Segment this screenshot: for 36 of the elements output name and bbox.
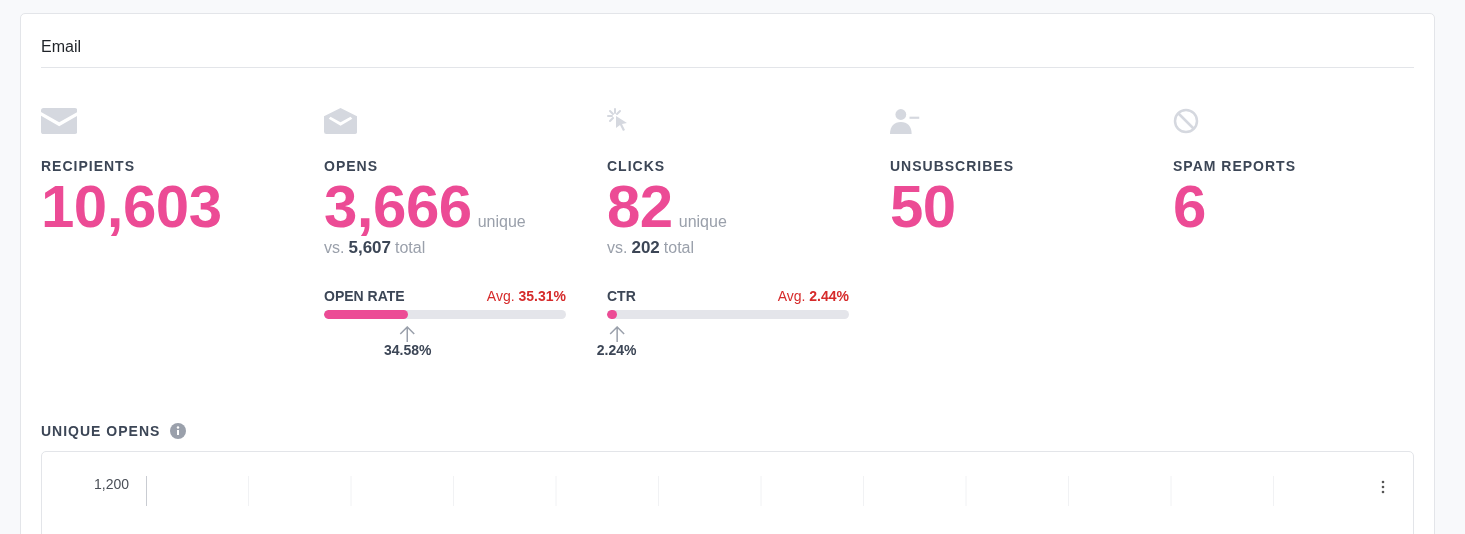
average-rate: Avg. 2.44% (777, 288, 849, 304)
axis-tick-label: 1,200 (94, 476, 131, 492)
up-arrow-icon (399, 326, 416, 342)
vs-label: vs. (607, 239, 628, 257)
metric-label: RECIPIENTS (41, 158, 135, 174)
total-value: 5,607 (348, 238, 391, 258)
info-icon[interactable] (170, 423, 187, 439)
pointer-click-icon (607, 108, 629, 134)
metric-value: 10,603 (41, 176, 222, 238)
metric-value: 82 (607, 176, 673, 238)
metric-label: OPENS (324, 158, 378, 174)
card-title: Email (41, 14, 1414, 68)
open-envelope-icon (324, 108, 358, 134)
unit-label: unique (477, 213, 526, 231)
total-value: 202 (631, 238, 660, 258)
rate-label: CTR (607, 288, 636, 304)
average-rate: Avg. 35.31% (486, 288, 566, 304)
envelope-icon (41, 108, 78, 134)
total-label: total (395, 239, 426, 257)
metric-label: CLICKS (607, 158, 666, 174)
section-title: UNIQUE OPENS (41, 423, 161, 439)
person-minus-icon (890, 108, 921, 134)
metric-value: 3,666 (324, 176, 472, 238)
metric-label: UNSUBSCRIBES (890, 158, 1014, 174)
metric-value: 50 (890, 176, 956, 238)
up-arrow-icon (608, 326, 625, 342)
unit-label: unique (678, 213, 727, 231)
total-label: total (663, 239, 695, 257)
metric-label: SPAM REPORTS (1173, 158, 1296, 174)
metric-value: 6 (1173, 176, 1206, 238)
rate-reading: 34.58% (383, 342, 432, 358)
more-options-icon[interactable] (1381, 480, 1385, 494)
rate-label: OPEN RATE (324, 288, 405, 304)
prohibited-icon (1173, 108, 1199, 134)
vs-label: vs. (324, 239, 345, 257)
rate-reading: 2.24% (596, 342, 637, 358)
